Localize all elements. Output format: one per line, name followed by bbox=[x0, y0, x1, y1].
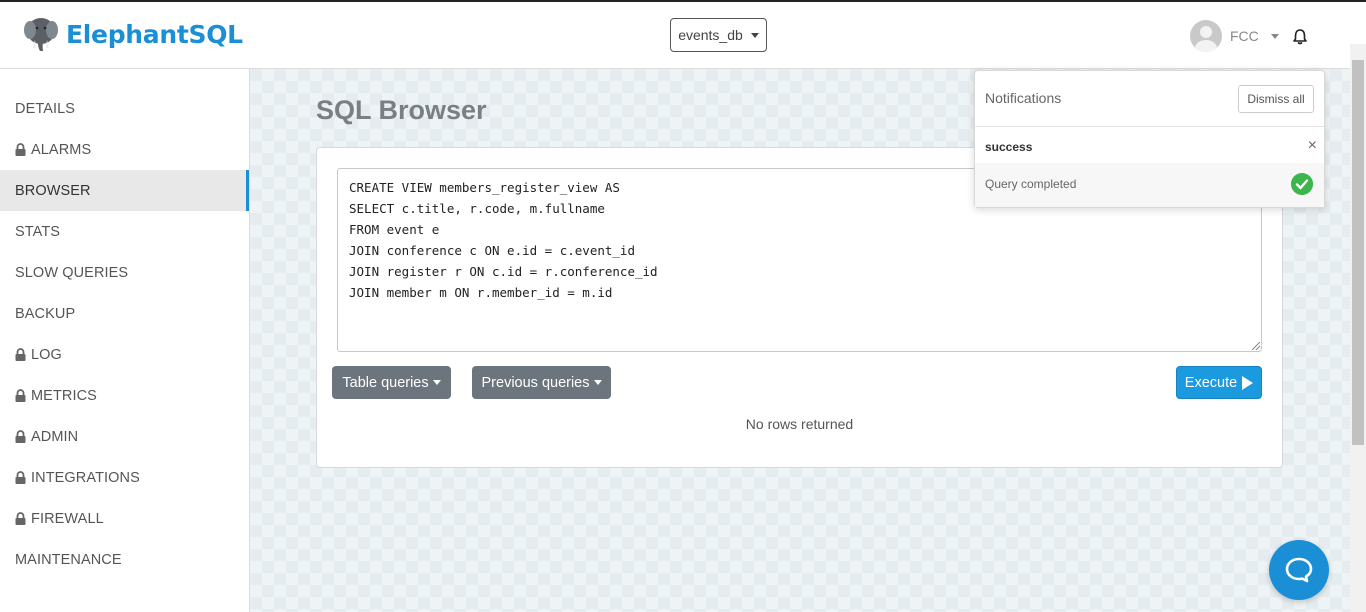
brand-name: ElephantSQL bbox=[66, 19, 243, 49]
sidebar-item-maintenance[interactable]: MAINTENANCE bbox=[0, 539, 249, 580]
chat-support-button[interactable] bbox=[1269, 540, 1329, 600]
scrollbar-thumb[interactable] bbox=[1352, 60, 1364, 445]
sidebar-item-details[interactable]: DETAILS bbox=[0, 88, 249, 129]
sidebar-item-label: MAINTENANCE bbox=[15, 551, 122, 568]
result-message: No rows returned bbox=[745, 416, 854, 432]
close-icon[interactable]: × bbox=[1308, 137, 1317, 155]
sidebar-item-integrations[interactable]: INTEGRATIONS bbox=[0, 457, 249, 498]
sidebar-item-label: ALARMS bbox=[31, 141, 92, 158]
sidebar-item-label: STATS bbox=[15, 223, 61, 240]
chat-bubble-icon bbox=[1285, 557, 1313, 583]
execute-button[interactable]: Execute bbox=[1176, 366, 1262, 399]
brand-logo[interactable]: ElephantSQL bbox=[24, 16, 243, 52]
previous-queries-button[interactable]: Previous queries bbox=[472, 366, 611, 399]
avatar bbox=[1190, 20, 1222, 52]
sidebar-item-label: INTEGRATIONS bbox=[31, 469, 140, 486]
sidebar-item-slow-queries[interactable]: SLOW QUERIES bbox=[0, 252, 249, 293]
execute-label: Execute bbox=[1184, 374, 1238, 391]
sidebar-item-label: LOG bbox=[31, 346, 62, 363]
notifications-panel: Notifications Dismiss all success × Quer… bbox=[974, 70, 1325, 208]
table-queries-label: Table queries bbox=[342, 374, 429, 391]
lock-icon bbox=[15, 143, 26, 156]
chevron-down-icon bbox=[750, 32, 759, 38]
user-menu[interactable]: FCC bbox=[1190, 20, 1279, 52]
user-name: FCC bbox=[1230, 28, 1259, 44]
notification-message: Query completed bbox=[985, 177, 1077, 191]
notification-item: Query completed bbox=[975, 163, 1324, 207]
notifications-header: Notifications Dismiss all bbox=[975, 71, 1324, 127]
sidebar-item-metrics[interactable]: METRICS bbox=[0, 375, 249, 416]
lock-icon bbox=[15, 471, 26, 484]
top-header: ElephantSQL events_db FCC bbox=[0, 0, 1366, 69]
lock-icon bbox=[15, 512, 26, 525]
play-icon bbox=[1242, 375, 1254, 390]
sidebar-item-label: DETAILS bbox=[15, 100, 76, 117]
lock-icon bbox=[15, 389, 26, 402]
chevron-down-icon bbox=[1270, 33, 1279, 39]
previous-queries-label: Previous queries bbox=[481, 374, 590, 391]
sidebar: DETAILS ALARMS BROWSER STATS SLOW QUERIE… bbox=[0, 69, 250, 612]
dismiss-all-button[interactable]: Dismiss all bbox=[1238, 85, 1314, 113]
elephant-icon bbox=[24, 18, 58, 51]
notifications-title: Notifications bbox=[985, 90, 1062, 106]
sidebar-item-label: ADMIN bbox=[31, 428, 79, 445]
check-circle-icon bbox=[1291, 173, 1313, 195]
sidebar-item-backup[interactable]: BACKUP bbox=[0, 293, 249, 334]
table-queries-button[interactable]: Table queries bbox=[332, 366, 451, 399]
database-dropdown[interactable]: events_db bbox=[670, 18, 767, 52]
sidebar-item-firewall[interactable]: FIREWALL bbox=[0, 498, 249, 539]
chevron-down-icon bbox=[593, 380, 602, 385]
sidebar-item-browser[interactable]: BROWSER bbox=[0, 170, 249, 211]
lock-icon bbox=[15, 430, 26, 443]
sidebar-item-label: FIREWALL bbox=[31, 510, 104, 527]
notification-type: success bbox=[985, 140, 1033, 154]
sidebar-item-log[interactable]: LOG bbox=[0, 334, 249, 375]
sidebar-item-label: SLOW QUERIES bbox=[15, 264, 129, 281]
sidebar-item-label: METRICS bbox=[31, 387, 97, 404]
bell-icon[interactable] bbox=[1291, 28, 1309, 46]
sidebar-item-admin[interactable]: ADMIN bbox=[0, 416, 249, 457]
sidebar-item-alarms[interactable]: ALARMS bbox=[0, 129, 249, 170]
sidebar-item-label: BACKUP bbox=[15, 305, 76, 322]
page-title: SQL Browser bbox=[316, 95, 487, 125]
lock-icon bbox=[15, 348, 26, 361]
sidebar-item-stats[interactable]: STATS bbox=[0, 211, 249, 252]
database-name: events_db bbox=[678, 27, 743, 43]
sidebar-item-label: BROWSER bbox=[15, 182, 91, 199]
page-scrollbar[interactable] bbox=[1350, 44, 1366, 612]
resize-handle-icon[interactable] bbox=[1252, 342, 1260, 350]
chevron-down-icon bbox=[432, 380, 441, 385]
